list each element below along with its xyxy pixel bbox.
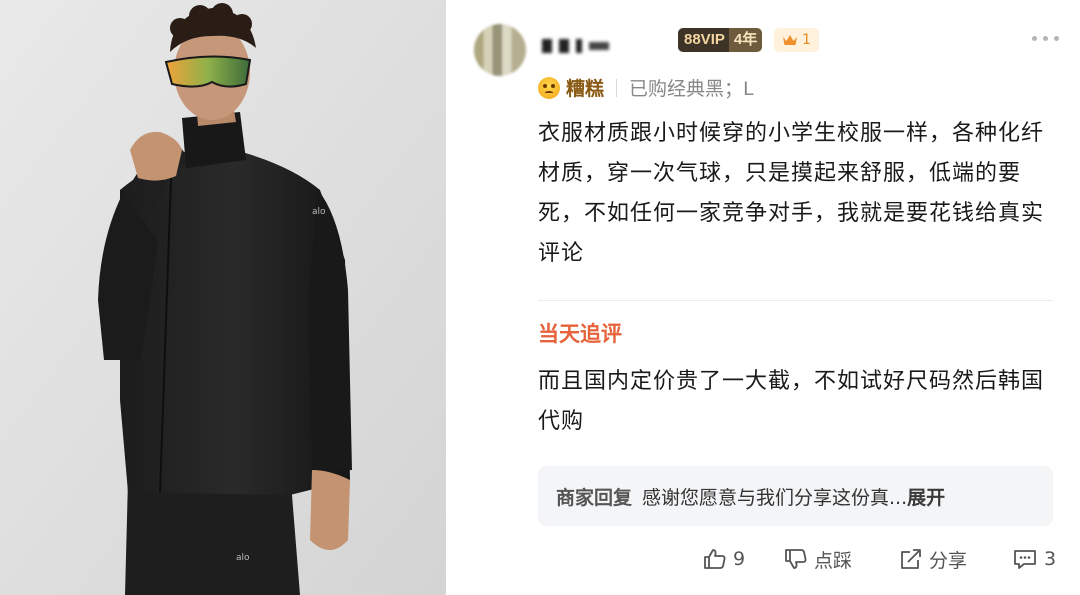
vip-years-label: 4年	[728, 28, 763, 52]
share-icon	[901, 549, 921, 569]
share-label: 分享	[929, 549, 968, 572]
thumbs-up-icon	[704, 549, 726, 569]
meta-divider	[616, 78, 618, 97]
like-count: 9	[733, 548, 746, 570]
angry-face-icon	[538, 76, 560, 99]
dislike-label: 点踩	[814, 549, 853, 572]
product-photo: alo alo	[0, 0, 446, 595]
vip-badge-label: 88VIP	[678, 28, 729, 52]
thumbs-down-icon	[785, 549, 807, 569]
merchant-reply[interactable]: 商家回复 感谢您愿意与我们分享这份真... 展开	[538, 466, 1053, 526]
rating-label: 糟糕	[566, 78, 605, 100]
level-count: 1	[802, 32, 811, 48]
dislike-button[interactable]: 点踩	[784, 543, 852, 575]
section-divider	[538, 300, 1053, 301]
avatar[interactable]	[474, 24, 526, 76]
more-icon[interactable]	[1032, 36, 1062, 46]
level-badge: 1	[774, 28, 819, 52]
merchant-reply-text: 感谢您愿意与我们分享这份真...	[642, 486, 908, 509]
review-card: 88VIP 4年 1 糟糕 已购经典黑；L 衣服材质跟小时候穿的小学生校服一样，…	[446, 0, 1080, 595]
share-button[interactable]: 分享	[899, 543, 967, 575]
vip-badge: 88VIP 4年	[678, 28, 763, 52]
review-header: 88VIP 4年 1	[474, 20, 1059, 80]
comment-icon	[1014, 550, 1036, 569]
action-bar: 9 点踩 分享 3	[446, 543, 1080, 575]
username-blurred[interactable]	[542, 38, 642, 54]
followup-label: 当天追评	[538, 322, 622, 346]
svg-text:alo: alo	[236, 553, 250, 563]
like-button[interactable]: 9	[703, 543, 745, 575]
review-body: 衣服材质跟小时候穿的小学生校服一样，各种化纤材质，穿一次气球，只是摸起来舒服，低…	[538, 121, 1045, 266]
svg-text:alo: alo	[312, 207, 326, 217]
merchant-reply-label: 商家回复	[556, 486, 633, 509]
crown-icon	[783, 35, 797, 45]
followup-body: 而且国内定价贵了一大截，不如试好尺码然后韩国代购	[538, 369, 1045, 434]
model-illustration: alo alo	[0, 0, 446, 595]
purchased-spec: 已购经典黑；L	[629, 78, 754, 100]
comment-button[interactable]: 3	[1012, 543, 1056, 575]
review-meta: 糟糕 已购经典黑；L	[538, 74, 754, 101]
expand-link[interactable]: 展开	[907, 483, 945, 510]
comment-count: 3	[1044, 548, 1057, 570]
